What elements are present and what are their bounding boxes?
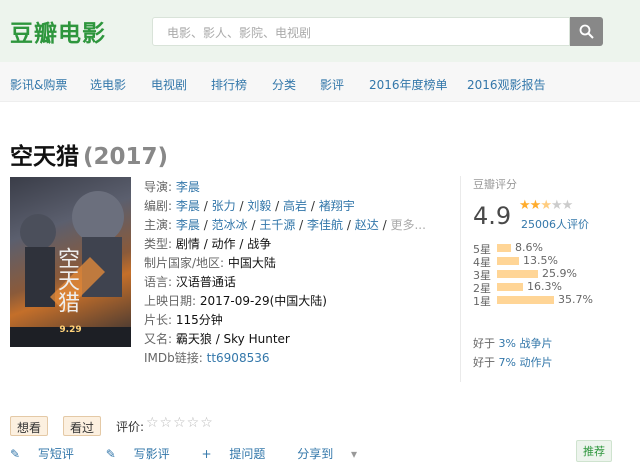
page-title: 空天猎 (2017) (10, 137, 168, 171)
rating-bar-fill (497, 257, 519, 265)
writer-link[interactable]: 李晨 (176, 199, 200, 213)
action-bar: ✎ 写短评 ✎ 写影评 + 提问题 分享到 ▾ (10, 445, 385, 462)
rating-score: 4.9 (473, 202, 512, 230)
release-value: 2017-09-29(中国大陆) (199, 294, 327, 308)
star-half-icon: ★ (540, 198, 552, 213)
rating-bar-percent: 8.6% (515, 241, 543, 254)
star-empty-icon: ★★ (550, 198, 573, 213)
douban-logo[interactable]: 豆瓣电影 (10, 14, 106, 48)
rating-bar-percent: 16.3% (527, 280, 562, 293)
chevron-down-icon: ▾ (351, 447, 358, 461)
writer-link[interactable]: 刘毅 (247, 199, 271, 213)
writer-link[interactable]: 高岩 (283, 199, 307, 213)
rating-bar-row: 1星 35.7% (473, 293, 613, 308)
rating-panel: 豆瓣评分 4.9 ★★★★★ 25006人评价 5星 8.6% 4星 13.5% 3星 2… (460, 176, 610, 382)
better-than-action: 好于 7% 动作片 (473, 356, 553, 369)
want-to-watch-button[interactable]: 想看 (10, 416, 49, 436)
rate-label: 评价: (116, 420, 145, 434)
cast-link[interactable]: 李晨 (176, 218, 200, 232)
rating-bar-percent: 13.5% (523, 254, 558, 267)
poster-date: 9.29 (59, 325, 82, 335)
imdb-link[interactable]: tt6908536 (207, 351, 270, 365)
rating-bar-label: 1星 (473, 295, 491, 308)
nav-item-rankings[interactable]: 排行榜 (211, 76, 247, 93)
rating-bar-row: 5星 8.6% (473, 241, 613, 256)
rating-bar-row: 3星 25.9% (473, 267, 613, 282)
write-short-review-link[interactable]: ✎ 写短评 (10, 447, 88, 461)
better-than-war: 好于 3% 战争片 (473, 337, 553, 350)
genre-label: 类型: (144, 237, 173, 251)
aka-value: 霸天狼 / Sky Hunter (175, 332, 290, 346)
rating-bar-row: 2星 16.3% (473, 280, 613, 295)
nav-item-tickets[interactable]: 影讯&购票 (10, 76, 67, 93)
language-value: 汉语普通话 (175, 275, 236, 289)
release-label: 上映日期: (144, 294, 197, 308)
watched-button[interactable]: 看过 (63, 416, 102, 436)
country-label: 制片国家/地区: (144, 256, 225, 270)
poster-title: 空天猎 (54, 247, 79, 313)
movie-info: 导演: 李晨 编剧: 李晨 / 张力 / 刘毅 / 高岩 / 褚翔宇 主演: 李… (144, 180, 426, 365)
rating-bar-row: 4星 13.5% (473, 254, 613, 269)
nav-item-choose-movie[interactable]: 选电影 (90, 76, 126, 93)
recommend-button[interactable]: 推荐 (576, 440, 612, 462)
pencil-icon: ✎ (105, 447, 116, 461)
cast-more-link[interactable]: 更多... (390, 218, 425, 232)
rating-label: 豆瓣评分 (473, 178, 517, 191)
nav-item-categories[interactable]: 分类 (272, 76, 296, 93)
better-than-war-link[interactable]: 3% 战争片 (499, 337, 553, 350)
nav-item-reviews[interactable]: 影评 (320, 76, 344, 93)
writer-label: 编剧: (144, 199, 173, 213)
language-label: 语言: (144, 275, 173, 289)
genre-value: 剧情 / 动作 / 战争 (175, 237, 272, 251)
nav-item-2016-list[interactable]: 2016年度榜单 (369, 76, 448, 93)
header: 豆瓣电影 电影、影人、影院、电视剧 (0, 0, 640, 62)
pencil-icon: ✎ (10, 447, 21, 461)
rate-stars-input[interactable]: ☆☆☆☆☆ (146, 415, 214, 431)
share-dropdown[interactable]: 分享到 ▾ (297, 447, 371, 461)
ask-question-link[interactable]: + 提问题 (201, 447, 279, 461)
movie-title: 空天猎 (10, 144, 79, 170)
cast-link[interactable]: 范冰冰 (212, 218, 248, 232)
imdb-label: IMDb链接: (144, 351, 203, 365)
main-nav: 影讯&购票 选电影 电视剧 排行榜 分类 影评 2016年度榜单 2016观影报… (0, 62, 640, 102)
country-value: 中国大陆 (227, 256, 276, 270)
search-icon (579, 24, 594, 39)
director-link[interactable]: 李晨 (176, 180, 200, 194)
plus-icon: + (201, 447, 212, 461)
rating-votes-link[interactable]: 25006人评价 (521, 216, 589, 232)
rating-breakdown: 5星 8.6% 4星 13.5% 3星 25.9% 2星 16.3% 1星 35.7% (473, 241, 613, 308)
runtime-label: 片长: (144, 313, 173, 327)
rating-bar-percent: 35.7% (558, 293, 593, 306)
search-input[interactable]: 电影、影人、影院、电视剧 (152, 17, 570, 46)
cast-label: 主演: (144, 218, 173, 232)
cast-link[interactable]: 李佳航 (307, 218, 343, 232)
write-review-link[interactable]: ✎ 写影评 (106, 447, 184, 461)
rating-bar-fill (497, 270, 538, 278)
writer-link[interactable]: 褚翔宇 (319, 199, 355, 213)
rating-bar-fill (497, 296, 554, 304)
search-button[interactable] (570, 17, 603, 46)
aka-label: 又名: (144, 332, 173, 346)
cast-link[interactable]: 王千源 (259, 218, 295, 232)
rating-bar-percent: 25.9% (542, 267, 577, 280)
writer-link[interactable]: 张力 (212, 199, 236, 213)
director-label: 导演: (144, 180, 173, 194)
cast-link[interactable]: 赵达 (355, 218, 379, 232)
nav-item-2016-report[interactable]: 2016观影报告 (467, 76, 546, 93)
movie-poster[interactable]: 空天猎 9.29 (10, 177, 131, 347)
rating-bar-fill (497, 244, 511, 252)
rating-bar-fill (497, 283, 523, 291)
better-than-action-link[interactable]: 7% 动作片 (499, 356, 553, 369)
nav-item-tv[interactable]: 电视剧 (151, 76, 187, 93)
movie-year: (2017) (83, 144, 169, 170)
runtime-value: 115分钟 (175, 313, 223, 327)
star-filled-icon: ★★ (519, 198, 541, 213)
rating-stars: ★★★★★ (519, 198, 573, 213)
